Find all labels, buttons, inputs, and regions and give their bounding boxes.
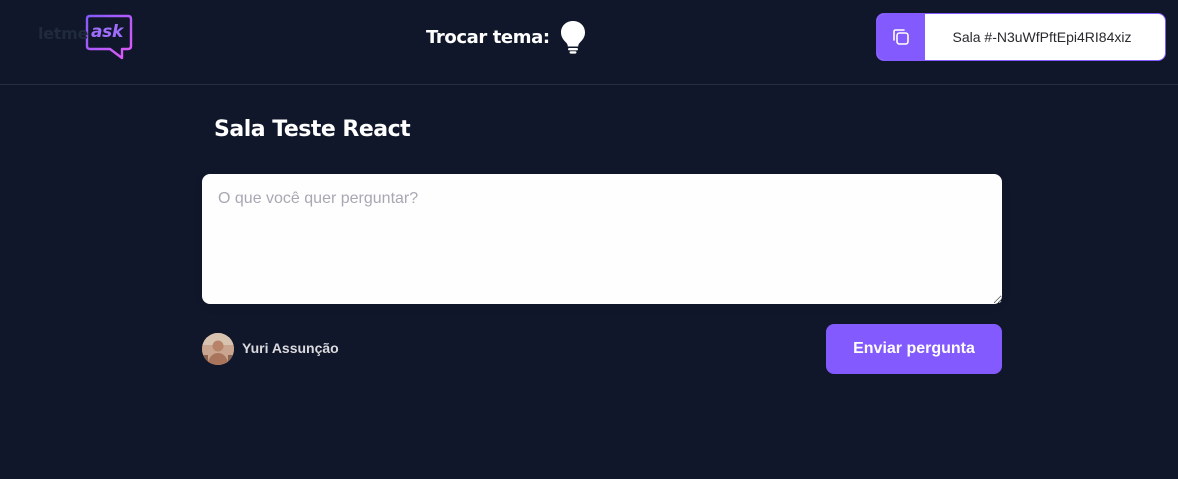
user-name: Yuri Assunção	[242, 340, 339, 356]
question-input[interactable]	[202, 174, 1002, 304]
user-avatar	[202, 333, 234, 365]
theme-switch: Trocar tema:	[426, 20, 586, 54]
lightbulb-icon[interactable]	[560, 20, 586, 54]
user-info: Yuri Assunção	[202, 333, 339, 365]
copy-icon	[893, 29, 909, 45]
logo-suffix-text: ask	[91, 22, 123, 42]
page-header: letme ask Trocar tema: Sala #-N3uWfPftEp…	[0, 0, 1178, 85]
send-question-button[interactable]: Enviar pergunta	[826, 324, 1002, 374]
avatar-photo-icon	[202, 333, 234, 365]
room-code-text: Sala #-N3uWfPftEpi4RI84xiz	[952, 29, 1132, 45]
theme-switch-label: Trocar tema:	[426, 26, 550, 48]
room-code-button[interactable]: Sala #-N3uWfPftEpi4RI84xiz	[876, 13, 1166, 61]
room-title: Sala Teste React	[214, 117, 411, 142]
letmeask-logo[interactable]: letme ask	[36, 14, 136, 60]
copy-button-box[interactable]	[877, 14, 925, 60]
logo-prefix-text: letme	[38, 24, 89, 43]
